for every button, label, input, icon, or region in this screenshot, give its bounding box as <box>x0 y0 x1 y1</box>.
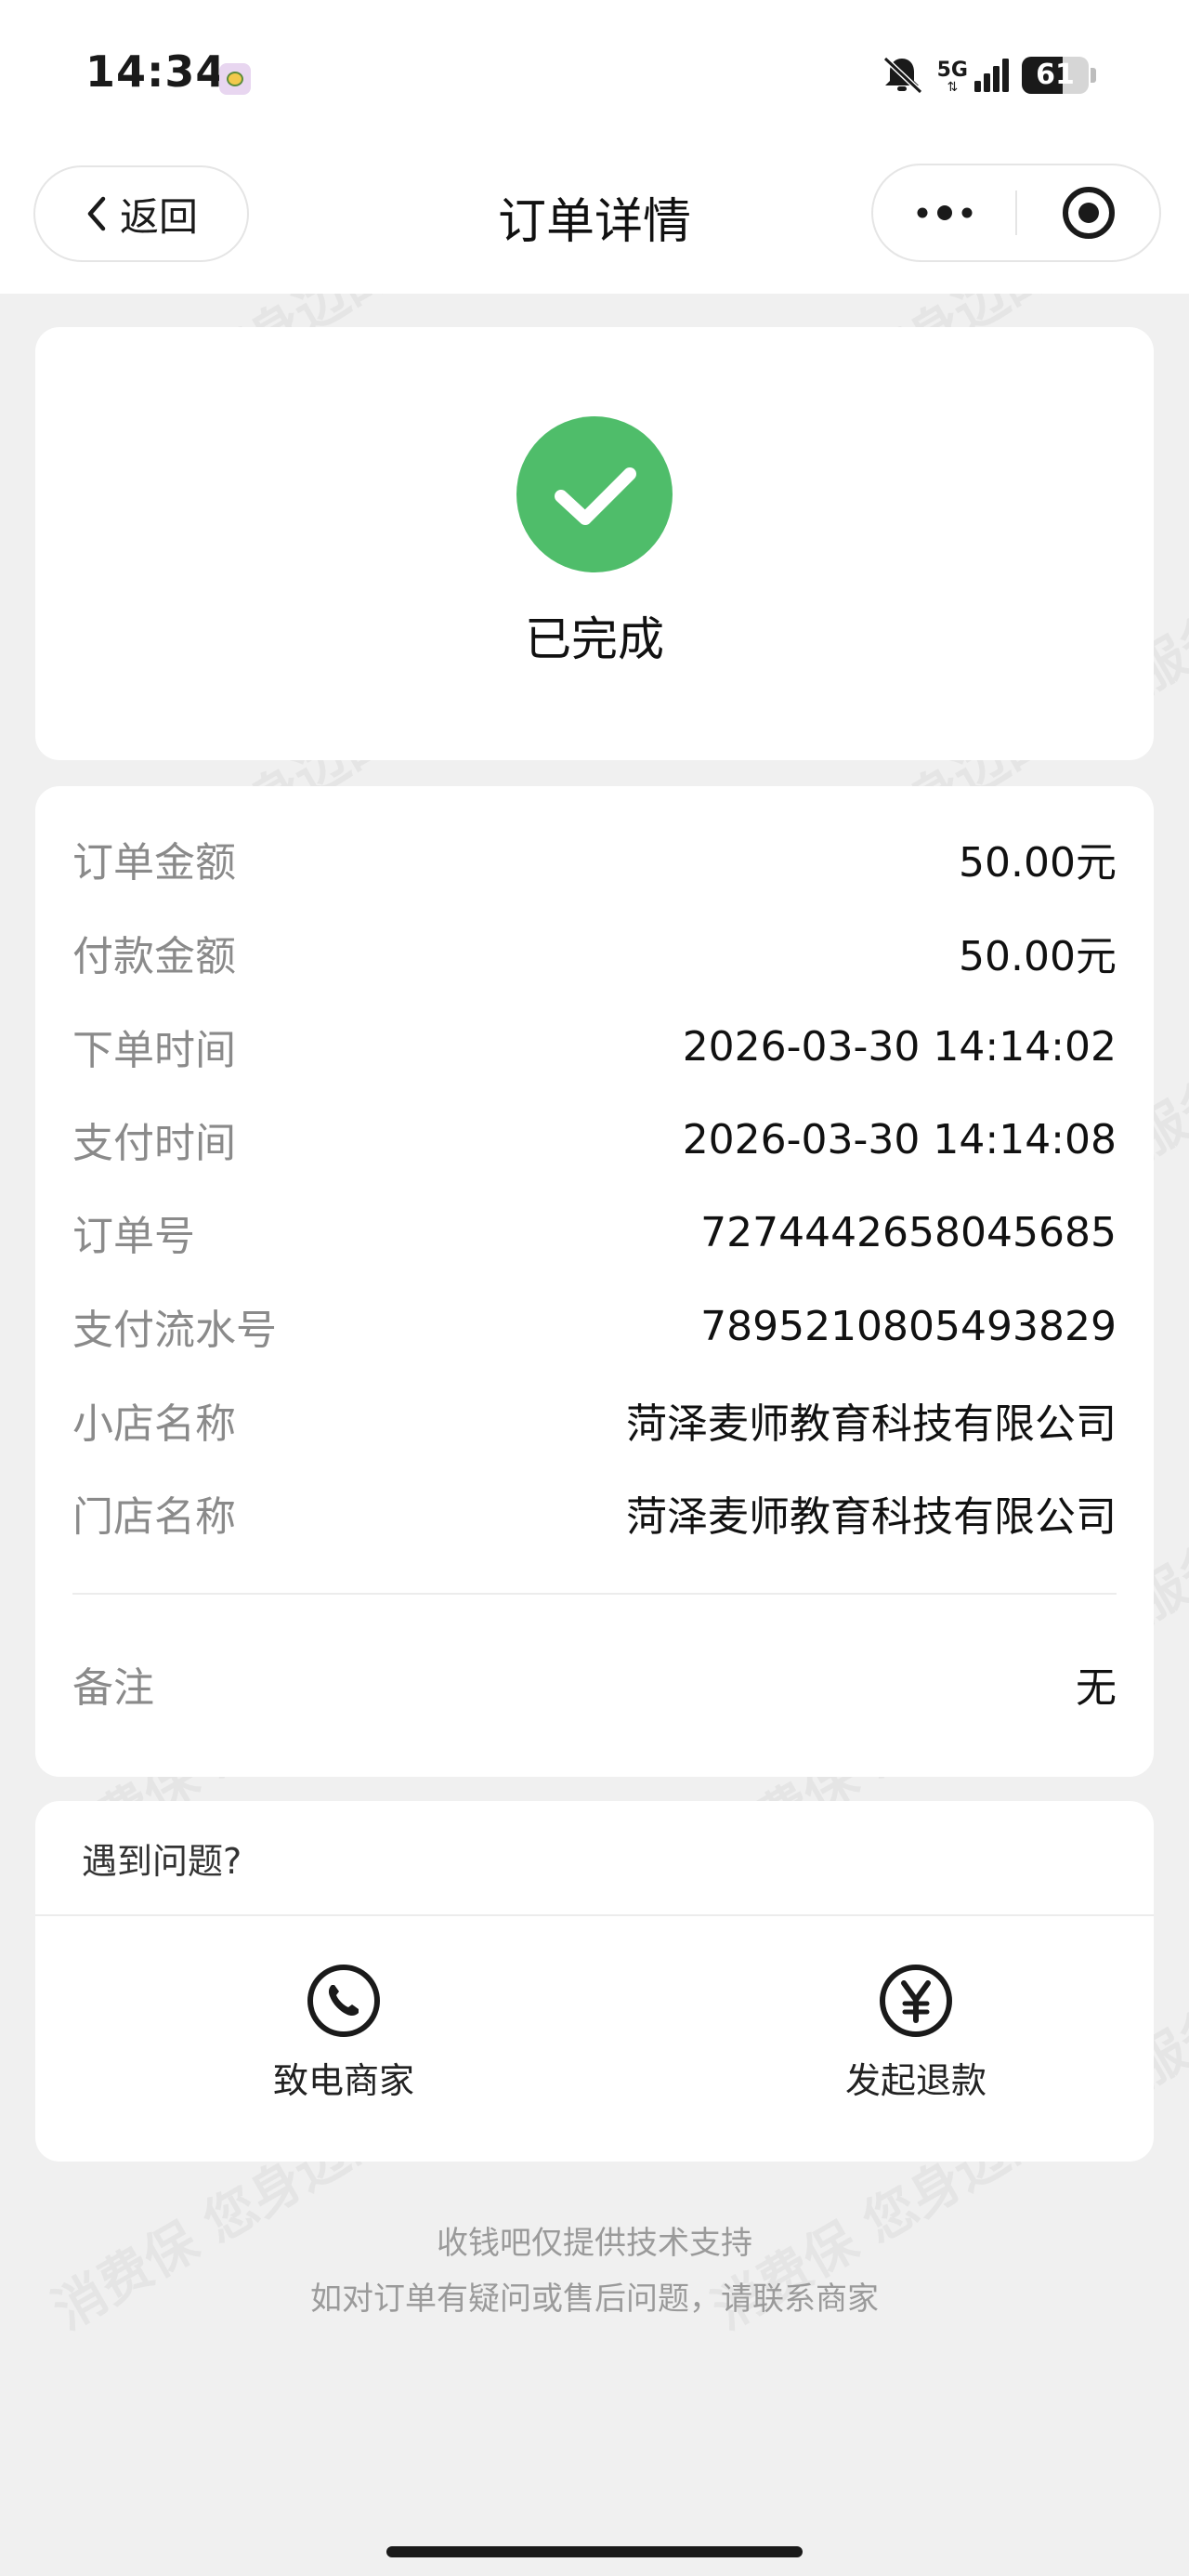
header: 14:34 5G ⇅ 61 返回 订单详情 <box>0 0 1189 294</box>
more-button[interactable] <box>873 165 1015 260</box>
order-status-card: 已完成 <box>35 327 1154 760</box>
remark-row: 备注 无 <box>72 1637 1117 1730</box>
target-close-icon <box>1062 187 1115 239</box>
detail-value: 7274442658045685 <box>700 1208 1117 1256</box>
refund-label: 发起退款 <box>844 2060 986 2101</box>
network-type-label: 5G <box>936 59 968 82</box>
remark-value: 无 <box>1076 1664 1117 1712</box>
detail-row: 付款金额 50.00元 <box>72 906 1117 999</box>
order-status-label: 已完成 <box>525 612 664 666</box>
detail-value: 菏泽麦师教育科技有限公司 <box>626 1400 1117 1448</box>
signal-bars-icon <box>974 59 1009 92</box>
detail-value: 50.00元 <box>959 839 1117 887</box>
detail-row: 小店名称 菏泽麦师教育科技有限公司 <box>72 1373 1117 1466</box>
help-card: 遇到问题? 致电商家 发起退款 <box>35 1801 1154 2162</box>
detail-key: 支付时间 <box>72 1120 236 1167</box>
home-indicator <box>386 2546 803 2557</box>
miniprogram-capsule <box>871 164 1161 262</box>
detail-row: 支付流水号 7895210805493829 <box>72 1280 1117 1373</box>
detail-key: 订单金额 <box>72 839 236 887</box>
detail-row: 门店名称 菏泽麦师教育科技有限公司 <box>72 1466 1117 1559</box>
close-miniprogram-button[interactable] <box>1017 165 1159 260</box>
detail-key: 门店名称 <box>72 1493 236 1541</box>
detail-row: 下单时间 2026-03-30 14:14:02 <box>72 1000 1117 1093</box>
yuan-icon <box>880 1965 952 2037</box>
detail-key: 付款金额 <box>72 933 236 980</box>
app-notification-icon <box>219 63 251 95</box>
detail-value: 2026-03-30 14:14:02 <box>682 1022 1117 1071</box>
footer-line-1: 收钱吧仅提供技术支持 <box>437 2225 752 2262</box>
battery-icon: 61 <box>1022 57 1089 94</box>
detail-value: 菏泽麦师教育科技有限公司 <box>626 1493 1117 1541</box>
status-icons: 5G ⇅ 61 <box>878 52 1096 99</box>
footer-line-2: 如对订单有疑问或售后问题，请联系商家 <box>310 2280 879 2318</box>
detail-row: 支付时间 2026-03-30 14:14:08 <box>72 1093 1117 1186</box>
order-details-card: 订单金额 50.00元 付款金额 50.00元 下单时间 2026-03-30 … <box>35 786 1154 1777</box>
call-merchant-button[interactable]: 致电商家 <box>223 1963 464 2103</box>
more-dots-icon <box>917 205 972 220</box>
detail-value: 7895210805493829 <box>700 1302 1117 1350</box>
phone-icon <box>307 1965 380 2037</box>
success-check-icon <box>516 416 673 572</box>
help-title: 遇到问题? <box>82 1841 242 1882</box>
detail-row: 订单号 7274442658045685 <box>72 1186 1117 1279</box>
refund-button[interactable]: 发起退款 <box>795 1963 1037 2103</box>
detail-key: 下单时间 <box>72 1027 236 1074</box>
battery-cap <box>1091 68 1096 83</box>
detail-value: 2026-03-30 14:14:08 <box>682 1115 1117 1163</box>
divider <box>72 1593 1117 1595</box>
remark-key: 备注 <box>72 1664 154 1712</box>
status-time: 14:34 <box>85 46 227 97</box>
battery-level: 61 <box>1036 59 1075 91</box>
divider <box>35 1914 1154 1916</box>
detail-key: 小店名称 <box>72 1400 236 1448</box>
bell-muted-icon <box>882 56 922 95</box>
call-merchant-label: 致电商家 <box>272 2060 414 2101</box>
detail-key: 支付流水号 <box>72 1307 277 1354</box>
detail-row: 订单金额 50.00元 <box>72 812 1117 905</box>
detail-value: 50.00元 <box>959 933 1117 980</box>
detail-key: 订单号 <box>72 1213 195 1260</box>
